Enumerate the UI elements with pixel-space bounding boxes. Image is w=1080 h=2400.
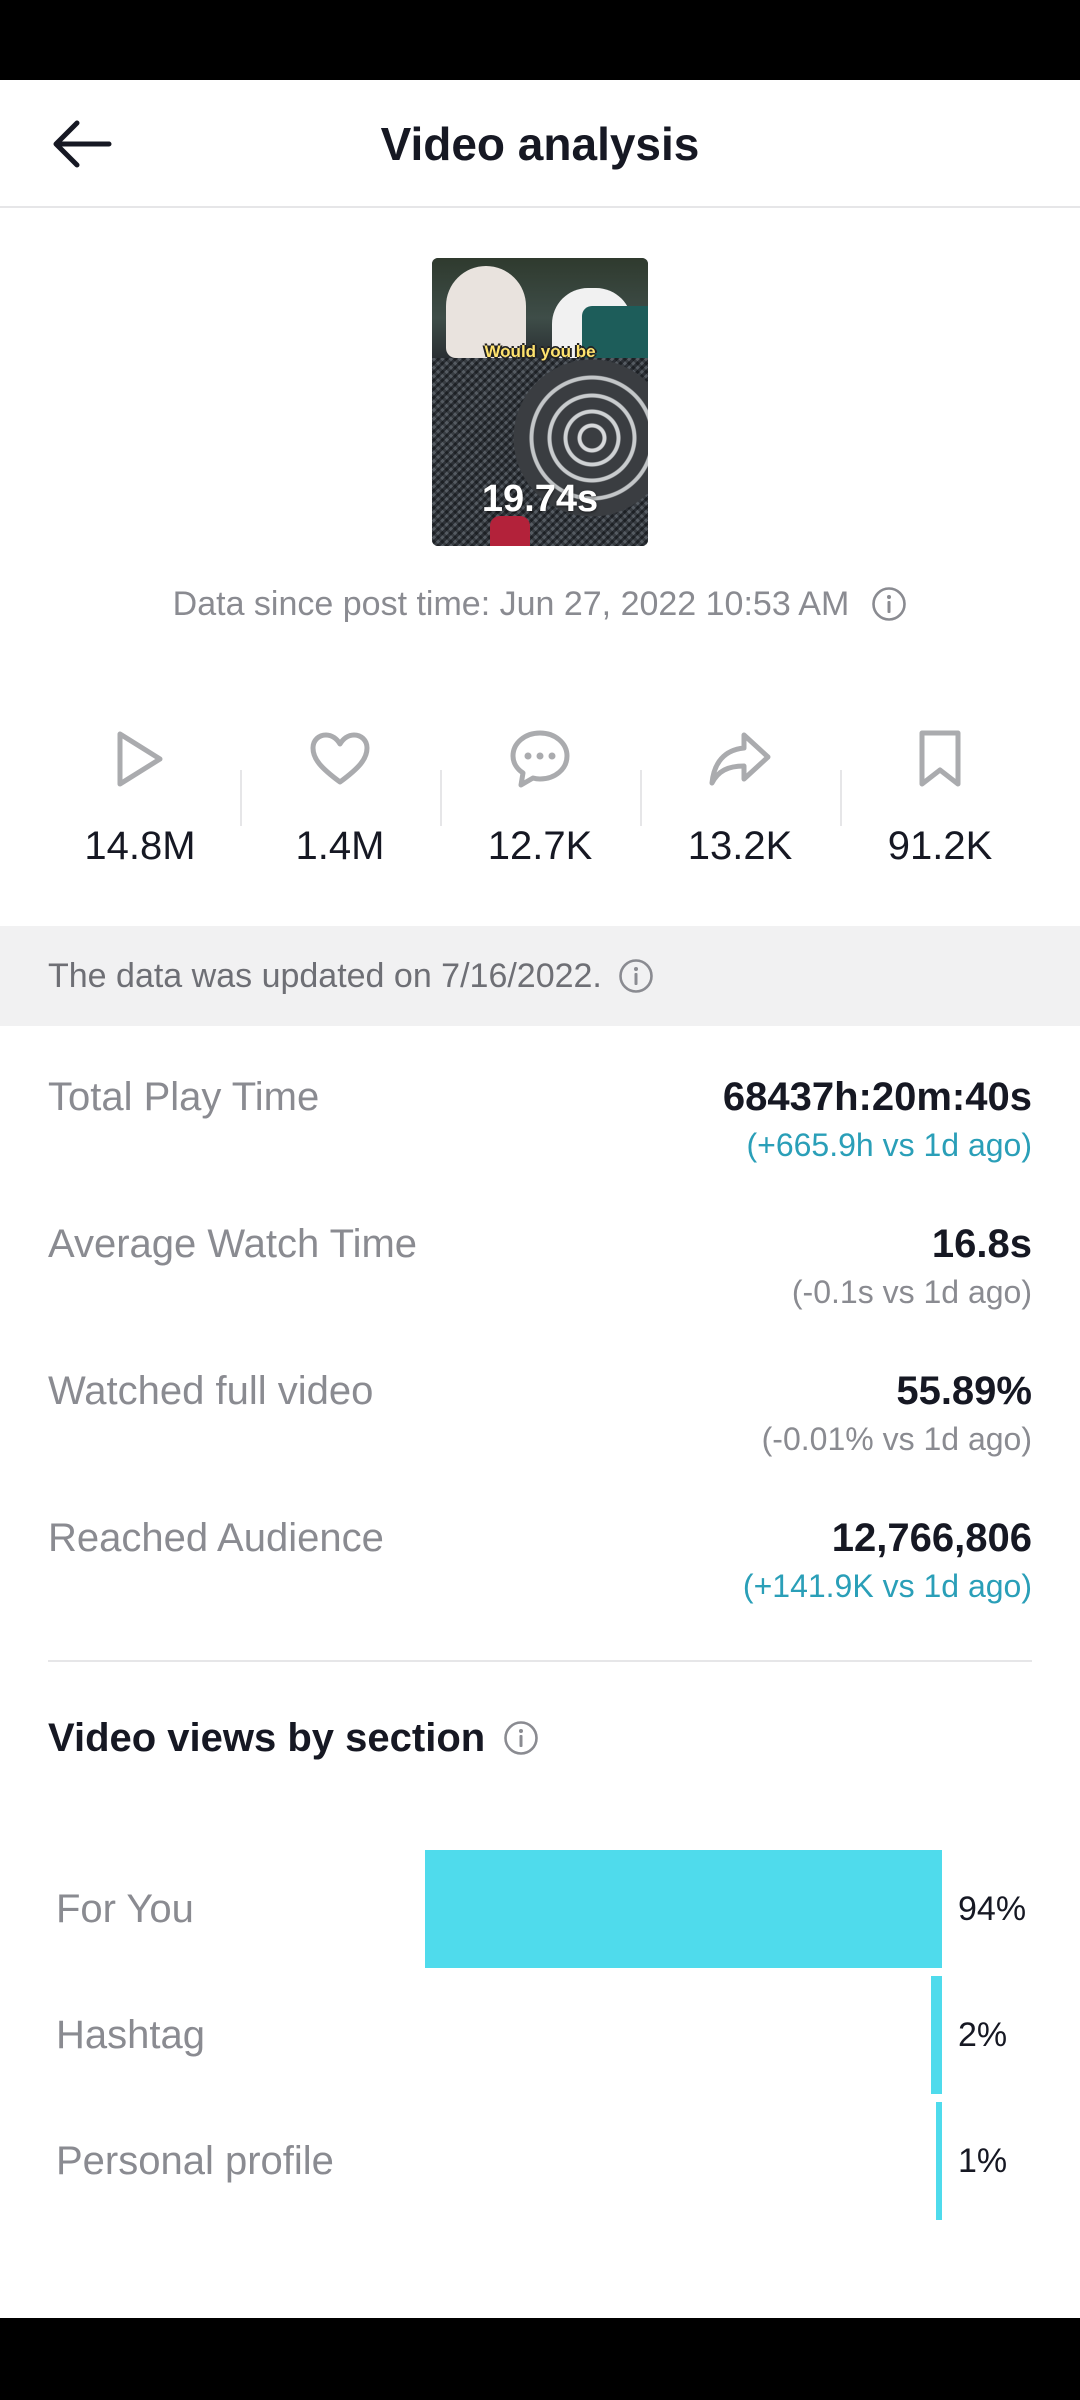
stat-comments: 12.7K (440, 720, 640, 880)
views-by-section-header: Video views by section (48, 1710, 539, 1766)
bar-row: Hashtag 2% (0, 1976, 1080, 2094)
share-icon (708, 724, 772, 794)
comment-icon (509, 724, 571, 794)
page-title: Video analysis (380, 118, 700, 170)
stat-shares: 13.2K (640, 720, 840, 880)
video-analysis-screen: Video analysis Would you be 19.74s Data … (0, 0, 1080, 2400)
metric-value: 55.89% (896, 1369, 1032, 1413)
info-icon (872, 587, 907, 621)
bar (425, 1850, 942, 1968)
bar-category-label: Hashtag (56, 2013, 205, 2057)
views-by-section-info-button[interactable] (503, 1720, 539, 1756)
navigation-bar (0, 2318, 1080, 2400)
thumbnail-caption: Would you be (484, 342, 596, 361)
stat-value: 12.7K (487, 824, 593, 868)
metric-label: Total Play Time (48, 1075, 320, 1119)
metric-delta: (+665.9h vs 1d ago) (746, 1127, 1032, 1163)
bar (936, 2102, 942, 2220)
metric-label: Reached Audience (48, 1516, 384, 1560)
stat-saves: 91.2K (840, 720, 1040, 880)
metric-delta: (-0.01% vs 1d ago) (761, 1421, 1032, 1457)
data-since-info-button[interactable] (871, 586, 907, 622)
section-title: Video views by section (48, 1715, 486, 1760)
bar-value-label: 94% (958, 1890, 1027, 1928)
section-divider (48, 1660, 1032, 1662)
metric-reached-audience: Reached Audience 12,766,806 (+141.9K vs … (48, 1516, 1032, 1636)
stat-likes: 1.4M (240, 720, 440, 880)
metric-value: 12,766,806 (831, 1516, 1032, 1560)
stat-value: 14.8M (84, 824, 196, 868)
play-icon (114, 724, 166, 794)
video-thumbnail[interactable]: Would you be 19.74s (432, 258, 648, 546)
bar-row: For You 94% (0, 1850, 1080, 1968)
info-icon (504, 1721, 539, 1755)
bar-category-label: For You (56, 1887, 194, 1931)
bar-row: Personal profile 1% (0, 2102, 1080, 2220)
stat-views: 14.8M (40, 720, 240, 880)
data-updated-banner: The data was updated on 7/16/2022. (0, 926, 1080, 1026)
stat-value: 13.2K (687, 824, 793, 868)
stat-value: 1.4M (295, 824, 385, 868)
status-bar (0, 0, 1080, 80)
heart-icon (309, 724, 371, 794)
data-since-text: Data since post time: Jun 27, 2022 10:53… (172, 584, 850, 623)
metric-label: Average Watch Time (48, 1222, 418, 1266)
bar-category-label: Personal profile (56, 2139, 334, 2183)
metric-value: 68437h:20m:40s (722, 1075, 1032, 1119)
video-duration: 19.74s (481, 478, 599, 520)
data-updated-info-button[interactable] (618, 958, 654, 994)
header: Video analysis (0, 80, 1080, 208)
metric-total-play-time: Total Play Time 68437h:20m:40s (+665.9h … (48, 1075, 1032, 1195)
metric-delta: (+141.9K vs 1d ago) (742, 1568, 1032, 1604)
bookmark-icon (917, 724, 963, 794)
stat-value: 91.2K (887, 824, 993, 868)
engagement-stats: 14.8M 1.4M 12.7K 13.2K 91.2K (40, 720, 1040, 880)
bar (931, 1976, 942, 2094)
data-since-row: Data since post time: Jun 27, 2022 10:53… (0, 580, 1080, 628)
views-by-section-chart: For You 94% Hashtag 2% Personal profile 1% (0, 1850, 1080, 2230)
bar-value-label: 1% (958, 2142, 1008, 2180)
metric-watched-full-video: Watched full video 55.89% (-0.01% vs 1d … (48, 1369, 1032, 1489)
metric-delta: (-0.1s vs 1d ago) (791, 1274, 1032, 1310)
metric-value: 16.8s (931, 1222, 1032, 1266)
info-icon (619, 959, 653, 993)
metric-average-watch-time: Average Watch Time 16.8s (-0.1s vs 1d ag… (48, 1222, 1032, 1342)
data-updated-text: The data was updated on 7/16/2022. (48, 956, 602, 995)
bar-value-label: 2% (958, 2016, 1008, 2054)
metric-label: Watched full video (48, 1369, 374, 1413)
